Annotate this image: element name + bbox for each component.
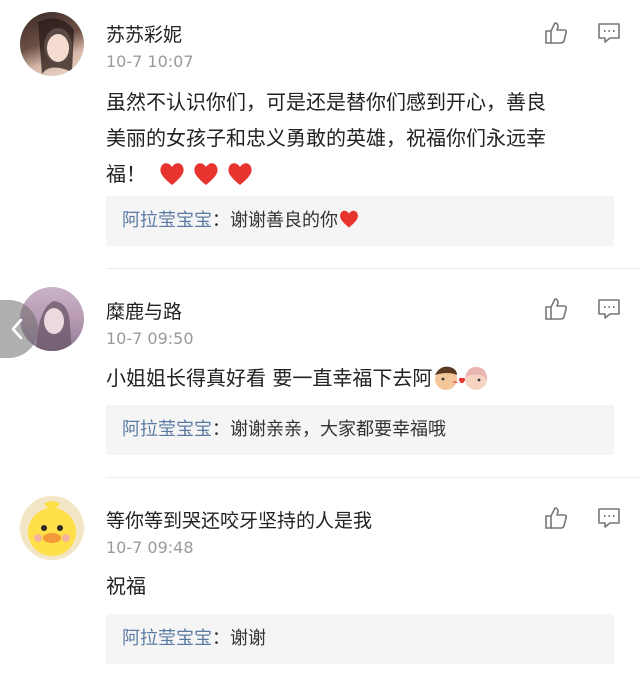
comment-text-line: 祝福 <box>106 574 146 598</box>
heart-icon <box>194 163 218 185</box>
thumbs-up-icon[interactable] <box>543 505 569 531</box>
reply-separator: ： <box>212 419 230 440</box>
thumbs-up-icon[interactable] <box>543 296 569 322</box>
divider <box>106 268 640 269</box>
commenter-name[interactable]: 苏苏彩妮 <box>106 20 182 47</box>
reply-text: 谢谢善良的你 <box>230 210 338 231</box>
back-arrow-icon <box>11 318 23 340</box>
reply-author[interactable]: 阿拉莹宝宝 <box>122 628 212 649</box>
comment-text-line: 小姐姐长得真好看 要一直幸福下去阿 <box>106 366 433 390</box>
comment-icon[interactable] <box>596 505 622 531</box>
divider <box>106 477 640 478</box>
reply-author[interactable]: 阿拉莹宝宝 <box>122 210 212 231</box>
comment-text: 虽然不认识你们，可是还是替你们感到开心，善良 美丽的女孩子和忠义勇敢的英雄，祝福… <box>106 84 626 192</box>
comment-text-line: 美丽的女孩子和忠义勇敢的英雄，祝福你们永远幸 <box>106 126 546 150</box>
reply-author[interactable]: 阿拉莹宝宝 <box>122 419 212 440</box>
comment-icon[interactable] <box>596 296 622 322</box>
comment-text: 祝福 <box>106 568 626 604</box>
comment-icon[interactable] <box>596 20 622 46</box>
comment-text-line: 福！ <box>106 162 146 186</box>
commenter-name[interactable]: 糜鹿与路 <box>106 297 182 324</box>
reply-box[interactable]: 阿拉莹宝宝：谢谢亲亲，大家都要幸福哦 <box>106 405 614 455</box>
thumbs-up-icon[interactable] <box>543 20 569 46</box>
comment-text-line: 虽然不认识你们，可是还是替你们感到开心，善良 <box>106 90 546 114</box>
comment-text: 小姐姐长得真好看 要一直幸福下去阿 <box>106 360 626 396</box>
avatar[interactable] <box>20 496 84 560</box>
comment-time: 10-7 10:07 <box>106 52 194 71</box>
avatar[interactable] <box>20 12 84 76</box>
comment-text-line: 福！ <box>106 156 626 192</box>
reply-box[interactable]: 阿拉莹宝宝：谢谢 <box>106 614 614 664</box>
kiss-emoji-icon <box>435 366 488 390</box>
reply-box[interactable]: 阿拉莹宝宝：谢谢善良的你 <box>106 196 614 246</box>
comment-time: 10-7 09:50 <box>106 329 194 348</box>
avatar-image <box>28 501 76 556</box>
reply-separator: ： <box>212 628 230 649</box>
heart-icon <box>228 163 252 185</box>
back-button[interactable] <box>0 300 38 358</box>
comment-time: 10-7 09:48 <box>106 538 194 557</box>
commenter-name[interactable]: 等你等到哭还咬牙坚持的人是我 <box>106 506 372 533</box>
reply-text: 谢谢亲亲，大家都要幸福哦 <box>230 419 446 440</box>
avatar-image <box>38 18 74 74</box>
heart-icon <box>340 210 358 228</box>
reply-separator: ： <box>212 210 230 231</box>
reply-text: 谢谢 <box>230 628 266 649</box>
heart-icon <box>160 163 184 185</box>
